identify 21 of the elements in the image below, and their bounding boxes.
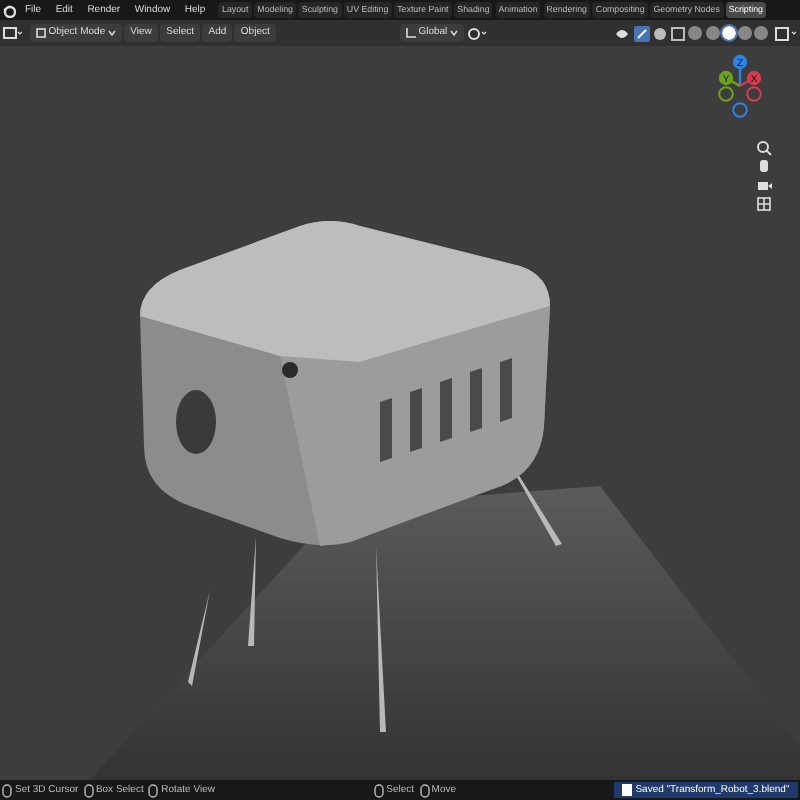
axes-icon[interactable] [405, 28, 416, 38]
xray-icon[interactable] [670, 25, 687, 41]
cube-icon[interactable] [36, 28, 46, 38]
mouse-icon[interactable] [373, 783, 384, 797]
caret-icon[interactable] [107, 30, 116, 36]
mouse-icon[interactable] [2, 783, 13, 797]
mouse-icon[interactable] [148, 783, 159, 797]
navigation-gizmo[interactable] [718, 54, 762, 118]
mouse-icon[interactable] [83, 783, 94, 797]
view-options-icon[interactable] [773, 25, 798, 41]
caret-icon[interactable] [449, 30, 458, 36]
zoom-icon[interactable] [756, 140, 772, 156]
overlay-icon[interactable] [651, 25, 668, 41]
grid-icon[interactable] [756, 195, 772, 212]
editor-type-icon[interactable] [2, 26, 23, 40]
visibility-icon[interactable] [614, 25, 631, 41]
snap-icon[interactable] [466, 25, 491, 41]
gizmo-toggle-icon[interactable] [633, 25, 650, 41]
mouse-icon[interactable] [419, 783, 430, 797]
camera-icon[interactable] [756, 177, 772, 193]
shading-mode-button[interactable] [721, 26, 736, 40]
